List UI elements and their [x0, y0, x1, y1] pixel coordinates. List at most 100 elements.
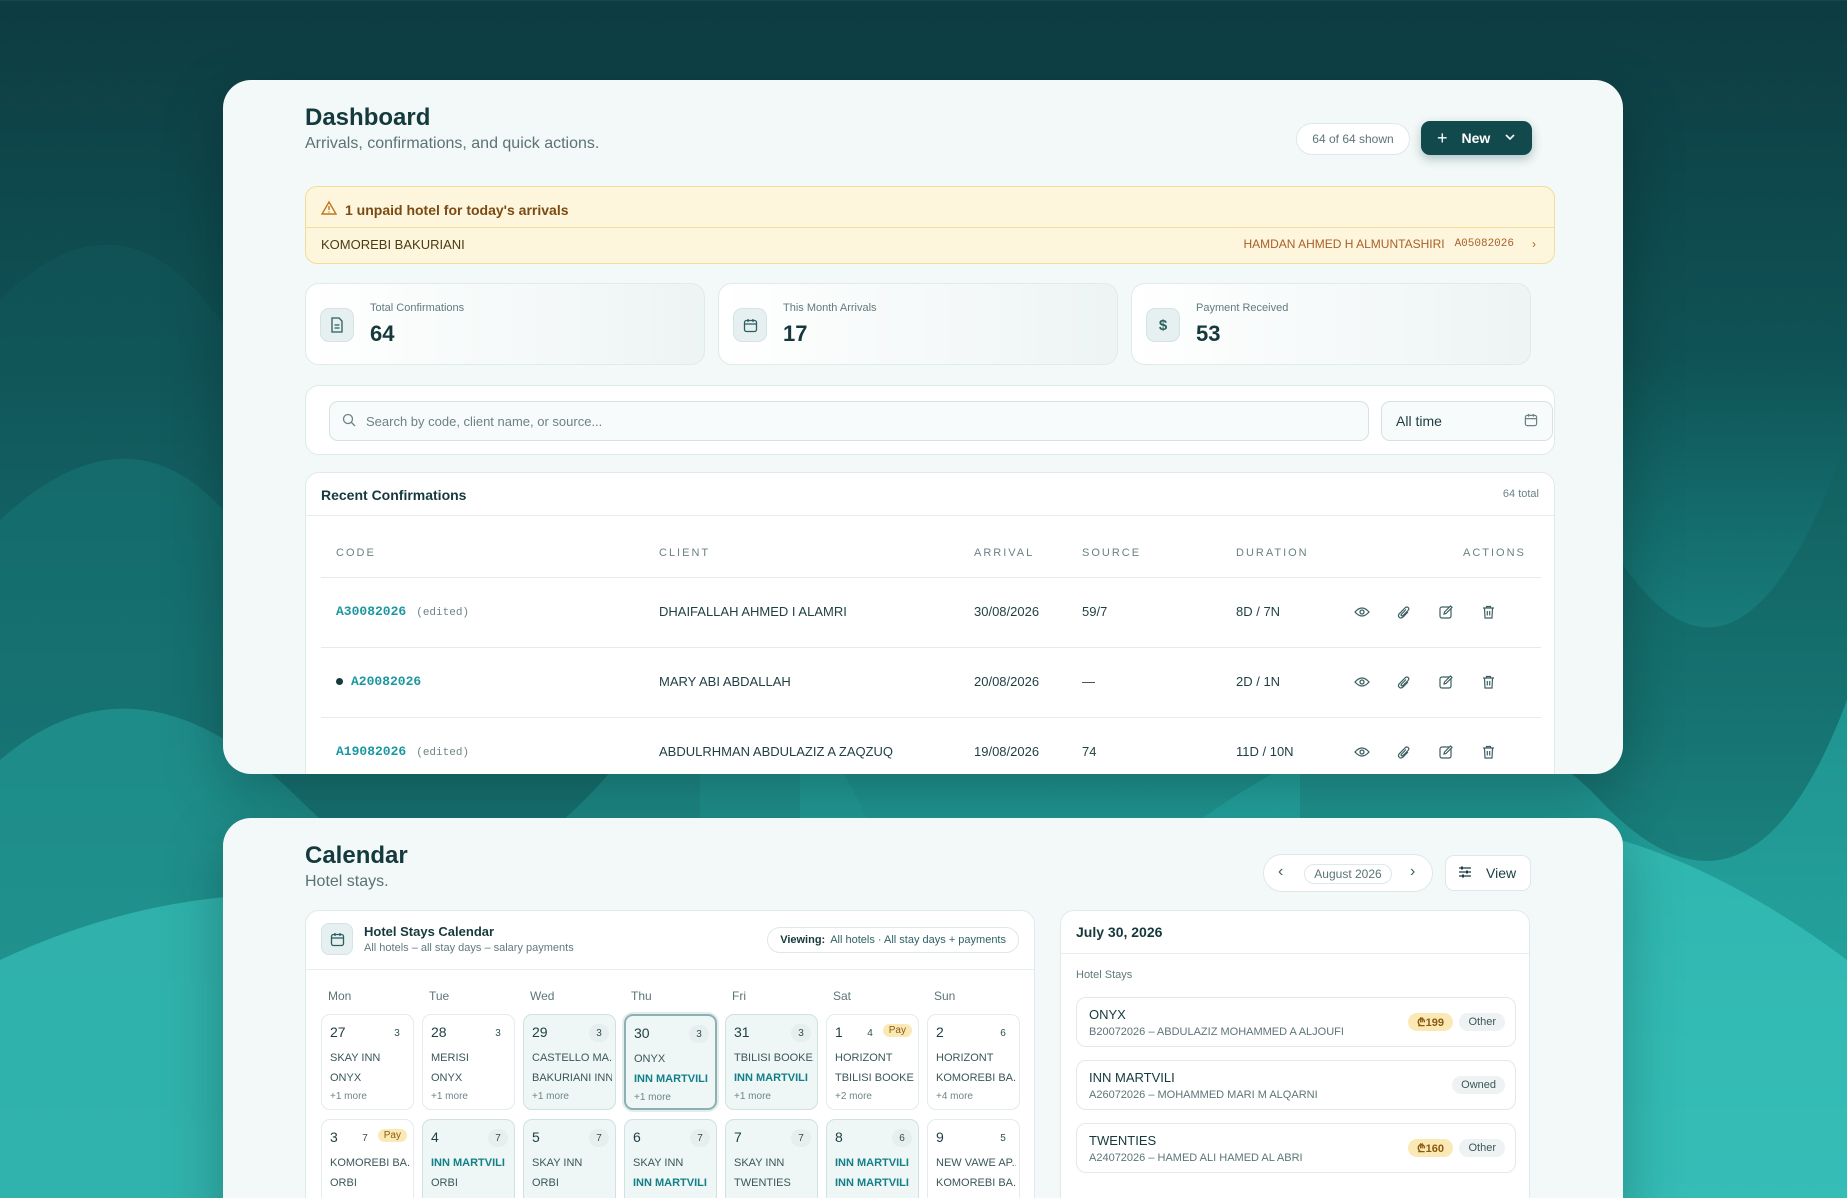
- column-header-code: CODE: [336, 547, 376, 559]
- confirmation-code-link[interactable]: A19082026: [336, 744, 406, 759]
- prev-month-icon[interactable]: ‹: [1278, 863, 1283, 881]
- day-number: 3: [330, 1129, 338, 1145]
- edit-icon[interactable]: [1435, 741, 1457, 763]
- weekday-label: Fri: [732, 989, 746, 1003]
- day-hotel-entry: ORBI: [532, 1177, 559, 1189]
- more-link[interactable]: +1 more: [431, 1091, 511, 1102]
- client-cell: ABDULRHMAN ABDULAZIZ A ZAQZUQ: [659, 744, 894, 759]
- day-hotel-entry: ORBI: [330, 1177, 357, 1189]
- day-number: 28: [431, 1024, 447, 1040]
- pay-badge: Pay: [377, 1129, 407, 1142]
- day-hotel-entry: ONYX: [431, 1072, 463, 1084]
- column-header-arrival: ARRIVAL: [974, 547, 1035, 559]
- stay-count-badge: 6: [892, 1129, 912, 1147]
- calendar-day[interactable]: 30 3 ONYX INN MARTVILI +1 more: [624, 1014, 717, 1110]
- table-title: Recent Confirmations: [321, 487, 467, 503]
- calendar-day[interactable]: 31 3 TBILISI BOOKE... INN MARTVILI +1 more: [725, 1014, 818, 1110]
- code-cell: A20082026: [336, 674, 421, 689]
- table-row: A19082026 (edited) ABDULRHMAN ABDULAZIZ A…: [321, 717, 1541, 774]
- delete-icon[interactable]: [1477, 741, 1499, 763]
- more-link[interactable]: +1 more: [532, 1091, 612, 1102]
- calendar-day[interactable]: 3 Pay 7 KOMOREBI BA... ORBI: [321, 1119, 414, 1198]
- column-header-duration: DURATION: [1236, 547, 1309, 559]
- day-hotel-entry: INN MARTVILI: [734, 1072, 808, 1084]
- stat-label: Total Confirmations: [370, 302, 465, 314]
- stat-label: This Month Arrivals: [783, 302, 877, 314]
- code-cell: A30082026 (edited): [336, 604, 469, 619]
- calendar-day[interactable]: 9 5 NEW VAWE AP... KOMOREBI BA...: [927, 1119, 1020, 1198]
- view-icon[interactable]: [1351, 671, 1373, 693]
- calendar-icon: [733, 308, 767, 342]
- confirmation-code-link[interactable]: A30082026: [336, 604, 406, 619]
- code-cell: A19082026 (edited): [336, 744, 469, 759]
- view-icon[interactable]: [1351, 741, 1373, 763]
- alert-link[interactable]: HAMDAN AHMED H ALMUNTASHIRI A05082026 ›: [1243, 237, 1536, 251]
- calendar-day[interactable]: 27 3 SKAY INN ONYX +1 more: [321, 1014, 414, 1110]
- view-options-button[interactable]: View: [1445, 855, 1531, 891]
- more-link[interactable]: +1 more: [734, 1091, 814, 1102]
- day-number: 1: [835, 1024, 843, 1040]
- calendar-day[interactable]: 28 3 MERISI ONYX +1 more: [422, 1014, 515, 1110]
- chevron-down-icon[interactable]: [1504, 130, 1516, 146]
- calendar-day[interactable]: 1 Pay 4 HORIZONT TBILISI BOOKE... +2 more: [826, 1014, 919, 1110]
- date-filter-select[interactable]: All time: [1381, 401, 1553, 441]
- calendar-day[interactable]: 7 7 SKAY INN TWENTIES: [725, 1119, 818, 1198]
- calendar-day[interactable]: 6 7 SKAY INN INN MARTVILI: [624, 1119, 717, 1198]
- duration-cell: 2D / 1N: [1236, 674, 1281, 689]
- more-link[interactable]: +2 more: [835, 1091, 915, 1102]
- day-hotel-entry: HORIZONT: [936, 1052, 994, 1064]
- table-row: A20082026 MARY ABI ABDALLAH 20/08/2026 —…: [321, 647, 1541, 717]
- calendar-subtitle: Hotel stays.: [305, 873, 389, 890]
- edit-icon[interactable]: [1435, 601, 1457, 623]
- selected-date: July 30, 2026: [1076, 924, 1163, 940]
- calendar-day[interactable]: 8 6 INN MARTVILI INN MARTVILI: [826, 1119, 919, 1198]
- calendar-card: Calendar Hotel stays. ‹ August 2026 › Vi…: [223, 818, 1623, 1198]
- stat-value: 64: [370, 321, 395, 346]
- more-link[interactable]: +1 more: [634, 1092, 714, 1103]
- attachment-icon[interactable]: [1393, 601, 1415, 623]
- stay-item[interactable]: TWENTIES A24072026 – HAMED ALI HAMED AL A…: [1076, 1123, 1516, 1173]
- calendar-day[interactable]: 4 7 INN MARTVILI ORBI: [422, 1119, 515, 1198]
- new-button[interactable]: + New: [1421, 121, 1533, 155]
- delete-icon[interactable]: [1477, 601, 1499, 623]
- unread-dot: [336, 678, 343, 686]
- calendar-day[interactable]: 5 7 SKAY INN ORBI: [523, 1119, 616, 1198]
- source-cell: 59/7: [1082, 604, 1108, 619]
- sliders-icon: [1458, 865, 1472, 882]
- day-hotel-entry: SKAY INN: [734, 1157, 785, 1169]
- more-link[interactable]: +4 more: [936, 1091, 1016, 1102]
- day-number: 4: [431, 1129, 439, 1145]
- attachment-icon[interactable]: [1393, 741, 1415, 763]
- delete-icon[interactable]: [1477, 671, 1499, 693]
- confirmation-code-link[interactable]: A20082026: [351, 674, 421, 689]
- day-detail-panel: July 30, 2026 Hotel Stays ONYX B20072026 …: [1060, 910, 1530, 1198]
- day-hotel-entry: MERISI: [431, 1052, 469, 1064]
- calendar-day[interactable]: 29 3 CASTELLO MA... BAKURIANI INN +1 more: [523, 1014, 616, 1110]
- attachment-icon[interactable]: [1393, 671, 1415, 693]
- next-month-icon[interactable]: ›: [1410, 863, 1415, 881]
- arrival-cell: 20/08/2026: [974, 674, 1040, 689]
- stay-item[interactable]: ONYX B20072026 – ABDULAZIZ MOHAMMED A ALJ…: [1076, 997, 1516, 1047]
- more-link[interactable]: +1 more: [330, 1091, 410, 1102]
- day-hotel-entry: INN MARTVILI: [633, 1177, 707, 1189]
- search-input[interactable]: Search by code, client name, or source..…: [329, 401, 1369, 441]
- search-placeholder: Search by code, client name, or source..…: [366, 413, 603, 429]
- column-header-source: SOURCE: [1082, 547, 1142, 559]
- chevron-right-icon: ›: [1532, 237, 1536, 251]
- weekday-label: Sat: [833, 989, 852, 1003]
- edit-icon[interactable]: [1435, 671, 1457, 693]
- day-number: 8: [835, 1129, 843, 1145]
- calendar-icon: [321, 923, 353, 955]
- viewing-value: All hotels · All stay days + payments: [830, 934, 1006, 946]
- document-icon: [320, 308, 354, 342]
- viewing-filter[interactable]: Viewing: All hotels · All stay days + pa…: [767, 927, 1019, 953]
- stay-item[interactable]: INN MARTVILI A26072026 – MOHAMMED MARI M …: [1076, 1060, 1516, 1110]
- calendar-day[interactable]: 2 6 HORIZONT KOMOREBI BA... +4 more: [927, 1014, 1020, 1110]
- search-bar: Search by code, client name, or source..…: [305, 385, 1555, 455]
- page-title: Dashboard: [305, 104, 431, 131]
- view-icon[interactable]: [1351, 601, 1373, 623]
- edited-marker: (edited): [416, 747, 470, 759]
- dashboard-card: Dashboard Arrivals, confirmations, and q…: [223, 80, 1623, 774]
- new-button-label: New: [1461, 130, 1491, 146]
- day-hotel-entry: KOMOREBI BA...: [936, 1072, 1016, 1084]
